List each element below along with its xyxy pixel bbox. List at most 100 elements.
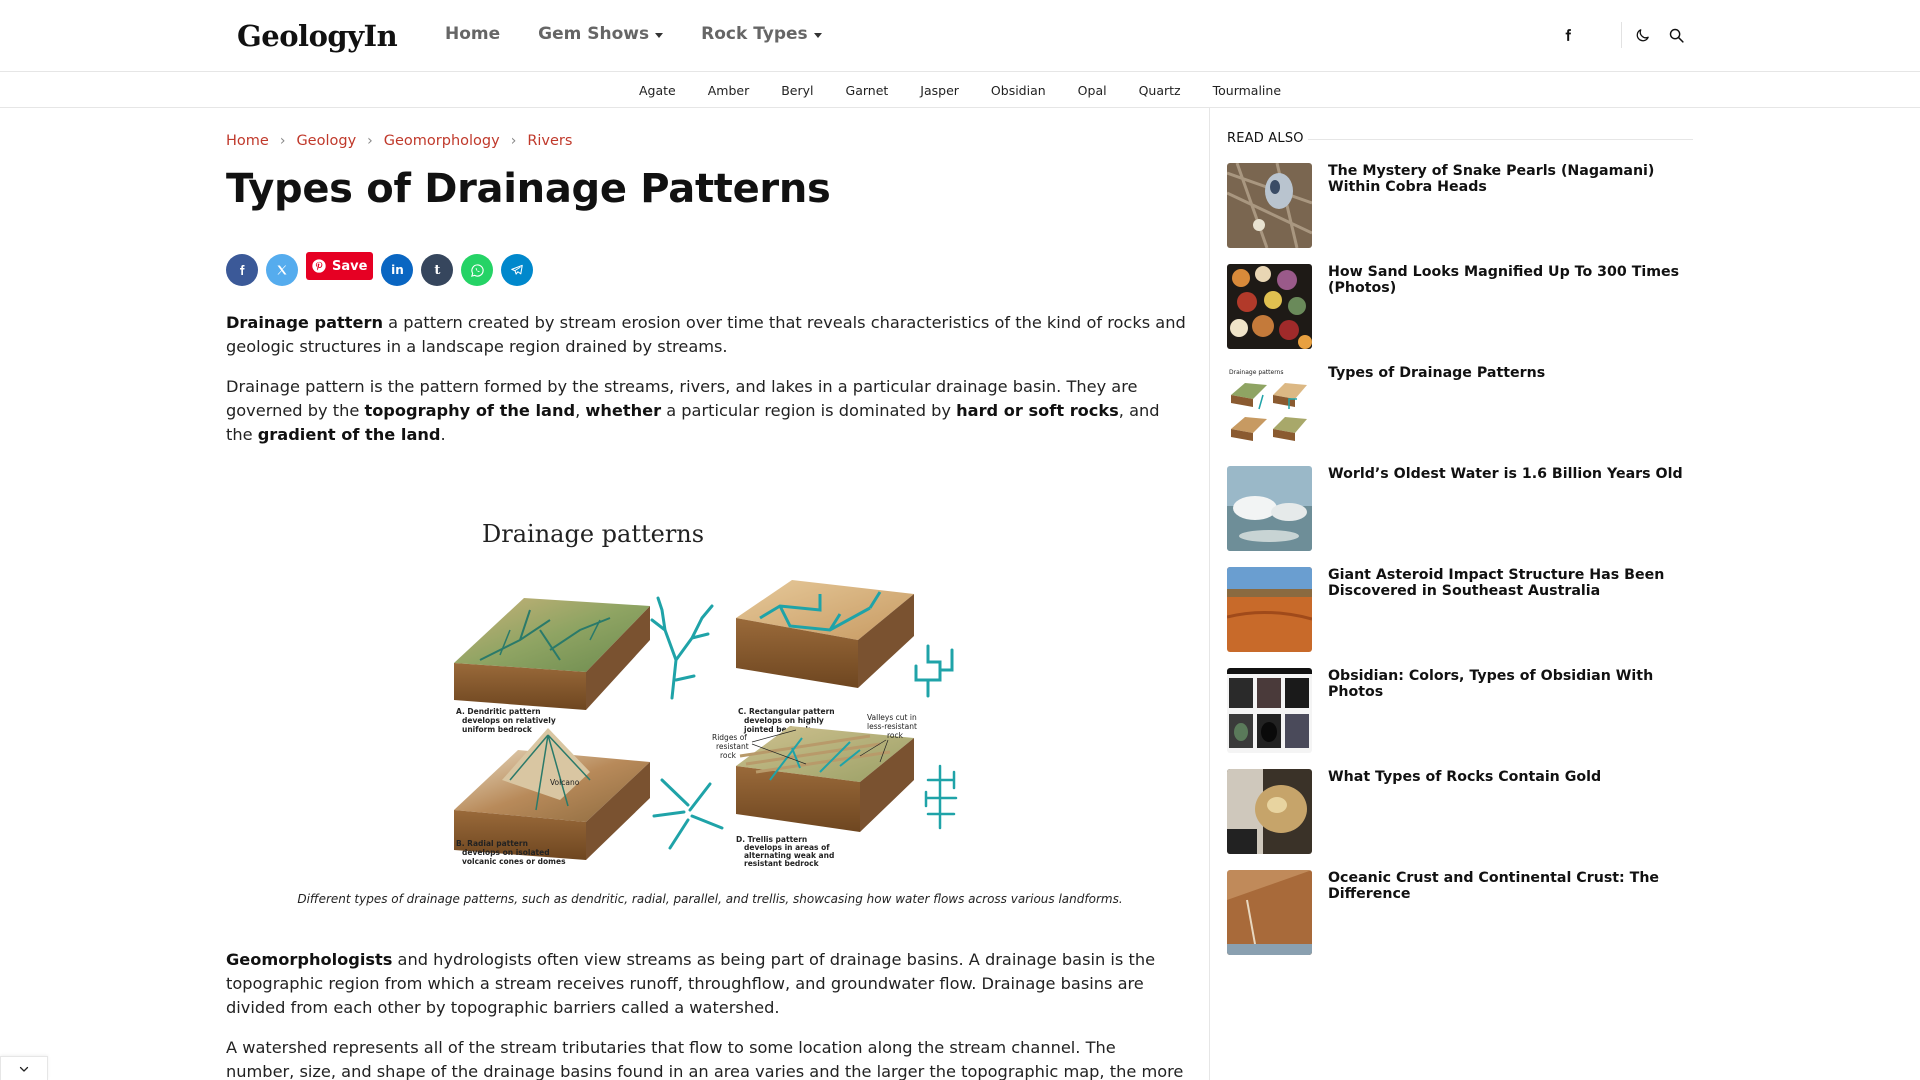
share-telegram-button[interactable] [501, 254, 534, 286]
related-post-5[interactable]: Giant Asteroid Impact Structure Has Been… [1227, 567, 1697, 653]
share-whatsapp-button[interactable] [461, 254, 494, 286]
share-facebook-button[interactable] [226, 254, 258, 286]
breadcrumb-geomorphology[interactable]: Geomorphology [384, 133, 500, 149]
breadcrumb-geology[interactable]: Geology [296, 133, 356, 149]
site-header: GeologyIn Home Gem Shows Rock Types [0, 0, 1920, 72]
share-tumblr-button[interactable]: t [421, 254, 454, 286]
site-logo[interactable]: GeologyIn [237, 19, 398, 53]
breadcrumb-home[interactable]: Home [226, 133, 269, 149]
read-also-heading: READ ALSO [1227, 131, 1304, 146]
label-d-line-4: resistant bedrock [744, 859, 820, 868]
related-post-7[interactable]: What Types of Rocks Contain Gold [1227, 769, 1697, 855]
related-post-3[interactable]: Drainage patterns Types of Drainage Patt… [1227, 365, 1697, 451]
share-linkedin-button[interactable]: in [381, 254, 414, 286]
subnav-item-tourmaline[interactable]: Tourmaline [1197, 83, 1297, 98]
subnav-item-obsidian[interactable]: Obsidian [975, 83, 1062, 98]
linkedin-icon: in [391, 263, 404, 277]
related-title-6[interactable]: Obsidian: Colors, Types of Obsidian With… [1328, 668, 1688, 700]
whatsapp-icon [470, 263, 484, 277]
nav-home-label: Home [445, 24, 501, 44]
subnav-item-jasper[interactable]: Jasper [904, 83, 975, 98]
related-title-5[interactable]: Giant Asteroid Impact Structure Has Been… [1328, 567, 1688, 599]
label-c-line-1: C. Rectangular pattern [738, 707, 835, 716]
label-d: D. Trellis pattern develops in areas of … [736, 835, 834, 868]
third-paragraph: Geomorphologists and hydrologists often … [226, 948, 1186, 1020]
related-post-1[interactable]: The Mystery of Snake Pearls (Nagamani) W… [1227, 163, 1697, 249]
facebook-icon[interactable] [1557, 24, 1579, 46]
header-divider [1621, 22, 1622, 48]
related-post-6[interactable]: Obsidian: Colors, Types of Obsidian With… [1227, 668, 1697, 754]
share-x-button[interactable] [266, 254, 298, 286]
ridges-line-2: resistant [716, 742, 749, 751]
moon-icon[interactable] [1631, 24, 1653, 46]
related-title-2[interactable]: How Sand Looks Magnified Up To 300 Times… [1328, 264, 1688, 296]
thumb-3-heading: Drainage patterns [1229, 369, 1284, 376]
related-thumb-1[interactable] [1227, 163, 1312, 248]
drainage-pattern-term: Drainage pattern [226, 313, 384, 332]
label-b-line-1: B. Radial pattern [456, 839, 528, 848]
chevron-right-icon: › [279, 133, 286, 149]
related-thumb-8[interactable] [1227, 870, 1312, 955]
related-title-7[interactable]: What Types of Rocks Contain Gold [1328, 769, 1688, 785]
valleys-line-3: rock [887, 731, 904, 740]
search-icon[interactable] [1665, 24, 1687, 46]
related-title-8[interactable]: Oceanic Crust and Continental Crust: The… [1328, 870, 1688, 902]
label-a: A. Dendritic pattern develops on relativ… [456, 707, 556, 734]
radial-icon [652, 778, 724, 850]
related-post-8[interactable]: Oceanic Crust and Continental Crust: The… [1227, 870, 1697, 956]
related-thumb-7[interactable] [1227, 769, 1312, 854]
sidebar-divider [1209, 108, 1210, 1080]
related-title-3[interactable]: Types of Drainage Patterns [1328, 365, 1688, 381]
related-post-2[interactable]: How Sand Looks Magnified Up To 300 Times… [1227, 264, 1697, 350]
tumblr-icon: t [434, 262, 441, 278]
rectangular-block [736, 580, 914, 688]
figure-heading: Drainage patterns [482, 520, 704, 548]
p2-bold-topography: topography of the land [364, 401, 576, 420]
related-thumb-6[interactable] [1227, 668, 1312, 753]
nav-home[interactable]: Home [445, 24, 500, 44]
read-also-rule [1308, 139, 1693, 140]
p2-bold-gradient: gradient of the land [257, 425, 441, 444]
intro-paragraph: Drainage pattern a pattern created by st… [226, 311, 1186, 359]
related-title-4[interactable]: World’s Oldest Water is 1.6 Billion Year… [1328, 466, 1688, 482]
share-pinterest-save-button[interactable]: Save [306, 252, 374, 280]
valleys-line-2: less-resistant [867, 722, 917, 731]
p2-bold-rocks: hard or soft rocks [956, 401, 1119, 420]
fourth-paragraph: A watershed represents all of the stream… [226, 1038, 1184, 1080]
breadcrumb-rivers[interactable]: Rivers [527, 133, 572, 149]
subnav-item-garnet[interactable]: Garnet [830, 83, 905, 98]
main-nav: Home Gem Shows Rock Types [445, 24, 822, 44]
p2-text-f: . [440, 425, 446, 444]
collapse-toggle-button[interactable] [0, 1056, 48, 1080]
subnav-item-beryl[interactable]: Beryl [765, 83, 829, 98]
ridges-line-3: rock [720, 751, 737, 760]
related-thumb-2[interactable] [1227, 264, 1312, 349]
subnav-item-amber[interactable]: Amber [692, 83, 766, 98]
related-thumb-4[interactable] [1227, 466, 1312, 551]
p2-text-d: a particular region is dominated by [661, 401, 957, 420]
label-b-line-3: volcanic cones or domes [462, 857, 566, 866]
subnav-item-opal[interactable]: Opal [1062, 83, 1123, 98]
related-title-1[interactable]: The Mystery of Snake Pearls (Nagamani) W… [1328, 163, 1688, 195]
telegram-icon [511, 264, 524, 275]
ridges-line-1: Ridges of [712, 733, 747, 742]
related-thumb-5[interactable] [1227, 567, 1312, 652]
subnav-item-quartz[interactable]: Quartz [1123, 83, 1197, 98]
chevron-down-icon [813, 33, 822, 38]
related-post-4[interactable]: World’s Oldest Water is 1.6 Billion Year… [1227, 466, 1697, 552]
p2-bold-whether: whether [585, 401, 662, 420]
subnav-item-agate[interactable]: Agate [623, 83, 692, 98]
gem-subnav: Agate Amber Beryl Garnet Jasper Obsidian… [0, 72, 1920, 108]
related-thumb-3[interactable]: Drainage patterns [1227, 365, 1312, 450]
drainage-patterns-figure: Drainage patterns A. Dendritic pattern d… [440, 510, 1000, 870]
label-a-line-3: uniform bedrock [462, 725, 533, 734]
label-b-line-2: develops on isolated [462, 848, 550, 857]
label-a-line-2: develops on relatively [462, 716, 556, 725]
save-label: Save [332, 258, 368, 274]
share-bar: Save in t [226, 252, 534, 286]
nav-rock-types[interactable]: Rock Types [701, 24, 822, 44]
pinterest-icon [312, 259, 326, 273]
nav-gem-shows[interactable]: Gem Shows [538, 24, 664, 44]
rectangular-icon [914, 644, 954, 698]
valleys-line-1: Valleys cut in [867, 713, 917, 722]
